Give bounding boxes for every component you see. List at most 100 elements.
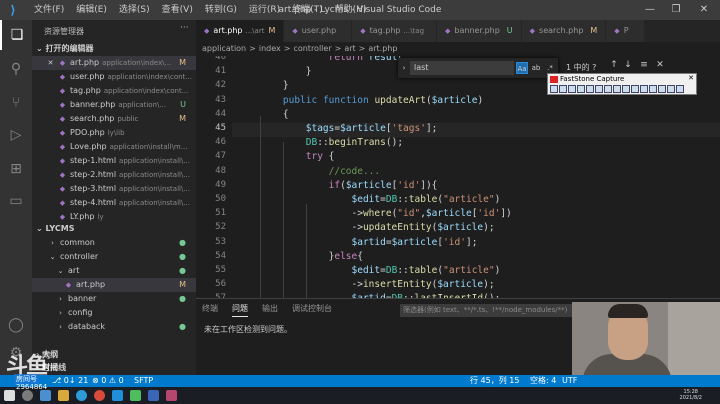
faststone-settings-icon[interactable] [631,85,639,93]
capture-active-window-icon[interactable] [550,85,558,93]
more-actions-icon[interactable]: ··· [180,23,189,33]
faststone-output-icon[interactable] [667,85,675,93]
editor-tab[interactable]: ◆ search.php M [521,20,607,42]
edge-browser-icon[interactable] [76,390,87,401]
code-line[interactable]: { [260,109,289,120]
explorer-icon[interactable]: ❏ [0,20,32,50]
breadcrumb-item[interactable]: index [259,44,281,53]
system-clock[interactable]: 15:28 2021/8/2 [680,389,702,401]
tree-item[interactable]: ⌄ art ● [32,264,196,278]
code-line[interactable]: ->updateEntity($article); [260,222,495,233]
open-editor-item[interactable]: ◆ tag.php application\index\cont... [32,84,196,98]
breadcrumb-item[interactable]: art.php [368,44,397,53]
find-next-icon[interactable]: ↓ [622,60,634,70]
capture-rectangle-icon[interactable] [568,85,576,93]
breadcrumb-item[interactable]: application [202,44,246,53]
remote-icon[interactable]: ▭ [0,186,32,216]
capture-menu-icon[interactable] [613,85,621,93]
sftp-status[interactable]: SFTP [134,375,153,387]
tree-item[interactable]: ◆ art.php M [32,278,196,292]
capture-fixed-region-icon[interactable] [604,85,612,93]
capture-window-object-icon[interactable] [559,85,567,93]
screen-recorder-icon[interactable] [622,85,630,93]
close-window-icon[interactable]: ✕ [692,0,716,20]
capture-taskbar-icon[interactable] [166,390,177,401]
editor-tab[interactable]: ◆ tag.php ...\tag [352,20,438,42]
open-editors-header[interactable]: ⌄ 打开的编辑器 [32,42,196,56]
code-line[interactable]: }else{ [260,251,363,262]
code-line[interactable]: $edit=DB::table("article") [260,194,501,205]
faststone-more-icon[interactable] [676,85,684,93]
open-editor-item[interactable]: ◆ step-1.html application\install\... [32,154,196,168]
tree-item[interactable]: ⌄ controller ● [32,250,196,264]
extensions-icon[interactable]: ⊞ [0,154,32,184]
code-line[interactable]: ->insertEntity($article); [260,279,495,290]
editor-tab[interactable]: ◆ art.php ...\art M [196,20,285,42]
close-editor-icon[interactable]: ✕ [46,56,55,70]
capture-freehand-icon[interactable] [577,85,585,93]
problems-filter-input[interactable]: 筛选器(例如 text、**/*.ts、!**/node_modules/**) [400,304,572,317]
open-editor-item[interactable]: ◆ PDO.php ly\lib [32,126,196,140]
faststone-color-picker-icon[interactable] [640,85,648,93]
open-editor-item[interactable]: ◆ step-4.html application\install\... [32,196,196,210]
breadcrumb-item[interactable]: art [344,44,355,53]
run-debug-icon[interactable]: ▷ [0,120,32,150]
open-editor-item[interactable]: ◆ Love.php application\install\m... [32,140,196,154]
code-line[interactable]: public function updateArt($article) [260,95,483,106]
open-editor-item[interactable]: ◆ step-2.html application\install\... [32,168,196,182]
restore-icon[interactable]: ❐ [664,0,688,20]
breadcrumb-item[interactable]: controller [293,44,331,53]
code-line[interactable]: try { [260,151,335,162]
open-editor-item[interactable]: ◆ user.php application\index\cont... [32,70,196,84]
editor-tab[interactable]: ◆ banner.php U [437,20,522,42]
cursor-position[interactable]: 行 45，列 15 [470,375,519,387]
workspace-header[interactable]: ⌄ LYCMS [32,222,196,236]
faststone-close-icon[interactable]: ✕ [688,74,694,82]
tree-item[interactable]: › common ● [32,236,196,250]
code-line[interactable]: } [260,80,289,91]
toggle-replace-icon[interactable]: › [400,62,408,74]
code-line[interactable]: $edit=DB::table("article") [260,265,501,276]
wechat-icon[interactable] [130,390,141,401]
panel-tab[interactable]: 调试控制台 [292,303,332,317]
code-line[interactable]: return result... [260,56,421,63]
code-line[interactable]: if($article['id']){ [260,180,438,191]
source-control-icon[interactable]: ⑂ [0,88,32,118]
find-prev-icon[interactable]: ↑ [608,60,620,70]
faststone-magnifier-icon[interactable] [649,85,657,93]
code-line[interactable]: ->where("id",$article['id']) [260,208,512,219]
match-case-toggle[interactable]: Aa [516,62,528,74]
panel-tab[interactable]: 问题 [232,303,248,317]
minimize-icon[interactable]: — [638,0,662,20]
code-line[interactable]: } [260,66,312,77]
tree-item[interactable]: › config [32,306,196,320]
open-editor-item[interactable]: ✕ ◆ art.php application\index\... M [32,56,196,70]
chrome-browser-icon[interactable] [94,390,105,401]
faststone-ruler-icon[interactable] [658,85,666,93]
menu-edit[interactable]: 编辑(E) [70,0,113,20]
account-icon[interactable]: ◯ [0,310,32,340]
menu-file[interactable]: 文件(F) [28,0,70,20]
open-editor-item[interactable]: ◆ step-3.html application\install\... [32,182,196,196]
panel-tab[interactable]: 输出 [262,303,278,317]
find-in-selection-icon[interactable]: ≡ [638,60,650,70]
menu-selection[interactable]: 选择(S) [113,0,156,20]
tree-item[interactable]: › databack ● [32,320,196,334]
editor-tab[interactable]: ◆ P [606,20,645,42]
tree-item[interactable]: › banner ● [32,292,196,306]
problems-status[interactable]: ⊗ 0 ⚠ 0 [92,375,124,387]
capture-scrolling-icon[interactable] [595,85,603,93]
code-line[interactable]: DB::beginTrans(); [260,137,403,148]
menu-view[interactable]: 查看(V) [156,0,199,20]
search-icon[interactable]: ⚲ [0,54,32,84]
indentation-status[interactable]: 空格: 4 [530,375,556,387]
find-input[interactable]: last [410,61,514,75]
match-word-toggle[interactable]: ab [530,62,542,74]
code-line[interactable]: //code... [260,166,380,177]
editor-tab[interactable]: ◆ user.php [284,20,353,42]
menu-go[interactable]: 转到(G) [199,0,243,20]
code-line[interactable]: $tags=$article['tags']; [260,123,438,134]
find-close-icon[interactable]: ✕ [654,60,666,70]
encoding-status[interactable]: UTF [562,375,577,387]
open-editor-item[interactable]: ◆ banner.php application\... U [32,98,196,112]
